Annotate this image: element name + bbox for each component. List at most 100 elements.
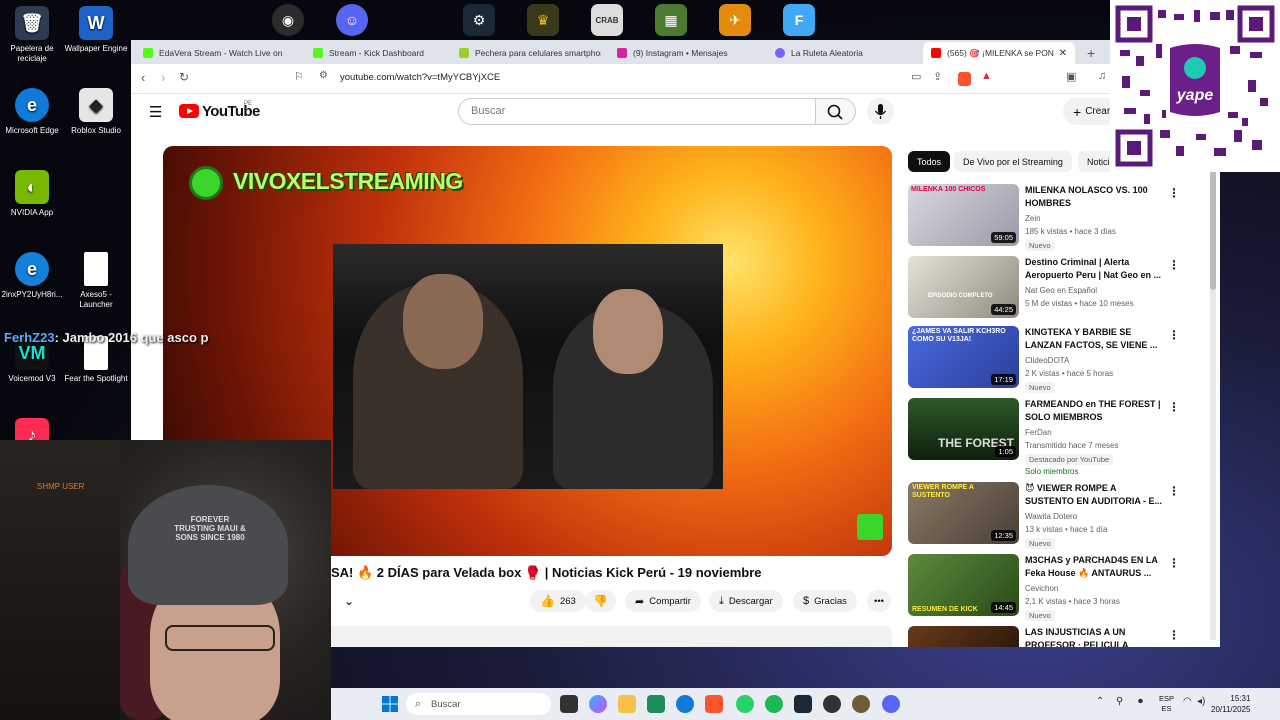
sidebar-toggle-icon[interactable]: ▣ (1066, 70, 1076, 83)
minecraft-icon[interactable]: ▦ (655, 4, 687, 36)
video-thumbnail[interactable]: THE FOREST 1:05 (908, 398, 1019, 460)
recommendation-title[interactable]: MILENKA NOLASCO VS. 100 HOMBRES (1025, 184, 1165, 210)
edge-icon[interactable] (676, 695, 694, 713)
recommendation-channel[interactable]: Cevichon (1025, 584, 1058, 593)
scrollbar-track[interactable] (1210, 170, 1216, 640)
video-thumbnail[interactable]: RESUMEN DE KICK 14:45 (908, 554, 1019, 616)
game-app-icon[interactable]: ♛ (527, 4, 559, 36)
tray-chevron-icon[interactable]: ⌃ (1096, 696, 1104, 707)
voice-search-button[interactable] (867, 98, 894, 125)
axeso5-shortcut[interactable]: Axeso5 - Launcher (64, 252, 128, 310)
start-button[interactable] (381, 695, 399, 713)
forward-icon[interactable]: › (161, 70, 165, 85)
clock[interactable]: 15:31 20/11/2025 (1211, 693, 1250, 715)
share-icon[interactable]: ⇪ (933, 70, 942, 83)
chip-all[interactable]: Todos (908, 151, 951, 172)
recommendation-item[interactable]: LAS INJUSTICIAS A UN PROFESOR · PELICULA… (908, 626, 1193, 647)
tab-kick-dashboard[interactable]: Stream - Kick Dashboard (305, 42, 445, 64)
recommendation-channel[interactable]: ClideoDOTA (1025, 356, 1069, 365)
brave-shield-icon[interactable] (958, 72, 971, 86)
video-thumbnail[interactable] (908, 626, 1019, 647)
video-thumbnail[interactable]: VIEWER ROMPE A SUSTENTO 12:35 (908, 482, 1019, 544)
recommendation-title[interactable]: Destino Criminal | Alerta Aeropuerto Per… (1025, 256, 1165, 282)
new-tab-button[interactable]: + (1079, 42, 1103, 64)
video-thumbnail[interactable]: EPISODIO COMPLETO 44:25 (908, 256, 1019, 318)
steam-icon[interactable] (794, 695, 812, 713)
cast-icon[interactable]: ▭ (911, 70, 921, 83)
more-vert-icon[interactable]: ⋮ (1168, 484, 1180, 498)
game-icon[interactable] (852, 695, 870, 713)
more-vert-icon[interactable]: ⋮ (1168, 186, 1180, 200)
wallpaper-engine-shortcut[interactable]: W Wallpaper Engine (64, 6, 128, 54)
taskbar-search[interactable]: ⌕ Buscar (406, 693, 551, 715)
network-icon[interactable]: ⚲ (1116, 696, 1123, 707)
recommendation-title[interactable]: 😈 VIEWER ROMPE A SUSTENTO EN AUDITORIA -… (1025, 482, 1165, 508)
recommendation-channel[interactable]: FerDan (1025, 428, 1052, 437)
tab-instagram[interactable]: (9) Instagram • Mensajes (609, 42, 759, 64)
volume-icon[interactable]: ◂) (1197, 696, 1205, 707)
site-info-icon[interactable]: ⚙ (319, 70, 328, 81)
recycle-bin-shortcut[interactable]: 🗑 Papelera de reciclaje (0, 6, 64, 64)
brave-rewards-icon[interactable]: ▲ (981, 70, 992, 82)
youtube-logo-icon[interactable] (179, 104, 199, 118)
recommendation-item[interactable]: RESUMEN DE KICK 14:45 M3CHAS y PARCHAD4S… (908, 554, 1193, 621)
fall-app-icon[interactable]: F (783, 4, 815, 36)
url-field[interactable]: youtube.com/watch?v=tMyYCBYjXCE (340, 72, 500, 83)
recommendation-title[interactable]: FARMEANDO en THE FOREST | SOLO MIEMBROS (1025, 398, 1165, 424)
chevron-down-icon[interactable]: ⌄ (344, 594, 354, 608)
dislike-button[interactable]: 👎 (585, 590, 616, 612)
chip-de-vivo[interactable]: De Vivo por el Streaming (954, 151, 1072, 172)
crab-game-icon[interactable]: CRAB (591, 4, 623, 36)
recommendation-channel[interactable]: Wawita Dotero (1025, 512, 1077, 521)
recommendation-channel[interactable]: Nat Geo en Español (1025, 286, 1097, 295)
recommendation-title[interactable]: KINGTEKA Y BARBIE SE LANZAN FACTOS, SE V… (1025, 326, 1165, 352)
store-icon[interactable] (647, 695, 665, 713)
recommendation-channel[interactable]: Zein (1025, 214, 1041, 223)
tab-youtube-active[interactable]: (565) 🎯 ¡MILENKA se PON ✕ (923, 42, 1075, 64)
more-vert-icon[interactable]: ⋮ (1168, 258, 1180, 272)
reload-icon[interactable]: ↻ (179, 70, 189, 84)
recommendation-item[interactable]: VIEWER ROMPE A SUSTENTO 12:35 😈 VIEWER R… (908, 482, 1193, 549)
copilot-icon[interactable] (589, 695, 607, 713)
recommendation-item[interactable]: MILENKA 100 CHICOS 59:05 MILENKA NOLASCO… (908, 184, 1193, 251)
recommendation-title[interactable]: LAS INJUSTICIAS A UN PROFESOR · PELICULA (1025, 626, 1165, 647)
more-actions-button[interactable]: ••• (867, 590, 891, 612)
task-view-icon[interactable] (560, 695, 578, 713)
close-tab-icon[interactable]: ✕ (1059, 48, 1067, 59)
steam-app-icon[interactable]: ⚙ (463, 4, 495, 36)
video-thumbnail[interactable]: MILENKA 100 CHICOS 59:05 (908, 184, 1019, 246)
spotify-icon[interactable] (765, 695, 783, 713)
tab-pechera[interactable]: Pechera para celulares smartphone (451, 42, 601, 64)
mic-icon[interactable]: ⏺ (1138, 696, 1143, 707)
recommendation-item[interactable]: EPISODIO COMPLETO 44:25 Destino Criminal… (908, 256, 1193, 320)
whatsapp-icon[interactable] (736, 695, 754, 713)
nvidia-app-shortcut[interactable]: ◐ NVIDIA App (0, 170, 64, 218)
discord-app-icon[interactable]: ☺ (336, 4, 368, 36)
obs-app-icon[interactable]: ◉ (272, 4, 304, 36)
recommendation-item[interactable]: ¿JAMES VA SALIR KCH3RO COMO SU V13JA! 17… (908, 326, 1193, 393)
language-indicator[interactable]: ESP ES (1159, 694, 1174, 714)
more-vert-icon[interactable]: ⋮ (1168, 556, 1180, 570)
wifi-icon[interactable]: ◠ (1183, 696, 1192, 707)
media-icon[interactable]: ♫ (1098, 70, 1106, 82)
discord-icon[interactable] (882, 695, 900, 713)
scrollbar-thumb[interactable] (1210, 170, 1216, 290)
obs-icon[interactable] (823, 695, 841, 713)
cs-app-icon[interactable]: ✈ (719, 4, 751, 36)
brave-icon[interactable] (705, 695, 723, 713)
tab-ruleta[interactable]: La Ruleta Aleatoria (767, 42, 917, 64)
share-button[interactable]: ➦ Compartir (625, 590, 701, 612)
roblox-studio-shortcut[interactable]: ◆ Roblox Studio (64, 88, 128, 136)
like-button[interactable]: 👍 263 (530, 590, 586, 612)
more-vert-icon[interactable]: ⋮ (1168, 328, 1180, 342)
search-button[interactable] (816, 98, 856, 125)
search-input[interactable]: Buscar (458, 98, 816, 125)
more-vert-icon[interactable]: ⋮ (1168, 400, 1180, 414)
edge-file-shortcut[interactable]: e 2inxPY2UyH8ri... (0, 252, 64, 300)
recommendation-title[interactable]: M3CHAS y PARCHAD4S EN LA Feka House 🔥 AN… (1025, 554, 1165, 580)
bookmark-icon[interactable]: ⚐ (294, 70, 304, 83)
download-button[interactable]: ⤓ Descargar (709, 590, 783, 612)
video-thumbnail[interactable]: ¿JAMES VA SALIR KCH3RO COMO SU V13JA! 17… (908, 326, 1019, 388)
tab-edavera[interactable]: EdaVera Stream - Watch Live on Ki (135, 42, 285, 64)
file-explorer-icon[interactable] (618, 695, 636, 713)
